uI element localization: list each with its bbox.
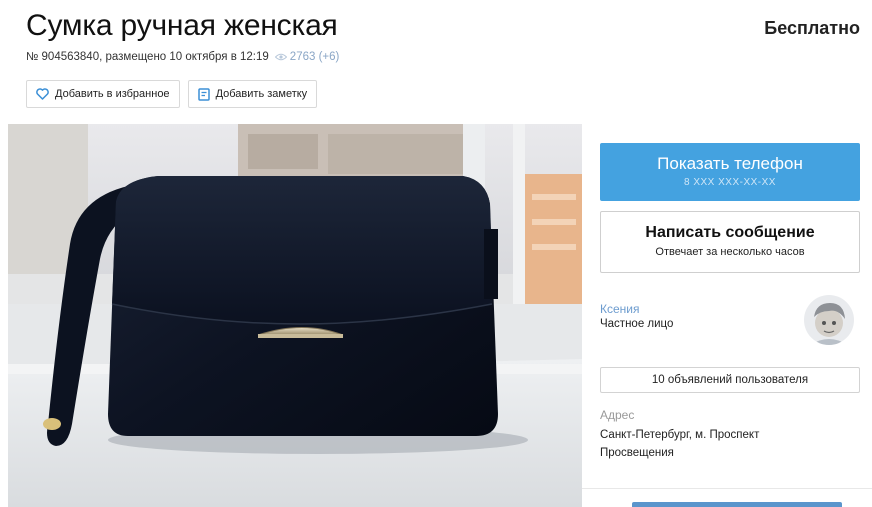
add-to-favorites-label: Добавить в избранное	[55, 88, 170, 100]
response-time: Отвечает за несколько часов	[655, 246, 805, 258]
user-ads-button[interactable]: 10 объявлений пользователя	[600, 367, 860, 393]
eye-icon	[274, 53, 287, 61]
views-counter: 2763 (+6)	[274, 51, 340, 63]
listing-meta: № 904563840, размещено 10 октября в 12:1…	[26, 51, 339, 63]
show-phone-button[interactable]: Показать телефон 8 XXX XXX-XX-XX	[600, 143, 860, 201]
add-note-button[interactable]: Добавить заметку	[187, 80, 318, 108]
seller-type: Частное лицо	[600, 318, 674, 330]
show-phone-label: Показать телефон	[657, 154, 803, 173]
listing-photo[interactable]	[8, 124, 582, 507]
bottom-button-edge[interactable]	[632, 502, 842, 507]
listing-title: Сумка ручная женская	[26, 9, 338, 42]
seller-avatar[interactable]	[804, 295, 854, 345]
write-message-label: Написать сообщение	[645, 224, 815, 241]
views-count: 2763 (+6)	[289, 51, 340, 63]
heart-icon	[36, 88, 49, 100]
note-icon	[197, 87, 210, 101]
add-note-label: Добавить заметку	[215, 88, 308, 100]
address-value: Санкт-Петербург, м. Проспект Просвещения	[600, 429, 760, 459]
panel-divider	[582, 488, 872, 489]
listing-price: Бесплатно	[764, 18, 860, 38]
listing-actions: Добавить в избранное Добавить заметку	[26, 80, 318, 108]
write-message-button[interactable]: Написать сообщение Отвечает за несколько…	[600, 211, 860, 273]
seller-name-link[interactable]: Ксения	[600, 302, 640, 316]
seller-panel: Показать телефон 8 XXX XXX-XX-XX Написат…	[582, 124, 872, 507]
add-to-favorites-button[interactable]: Добавить в избранное	[26, 80, 180, 108]
phone-masked: 8 XXX XXX-XX-XX	[684, 177, 776, 188]
listing-id-date: № 904563840, размещено 10 октября в 12:1…	[26, 51, 269, 63]
address-label: Адрес	[600, 408, 635, 422]
